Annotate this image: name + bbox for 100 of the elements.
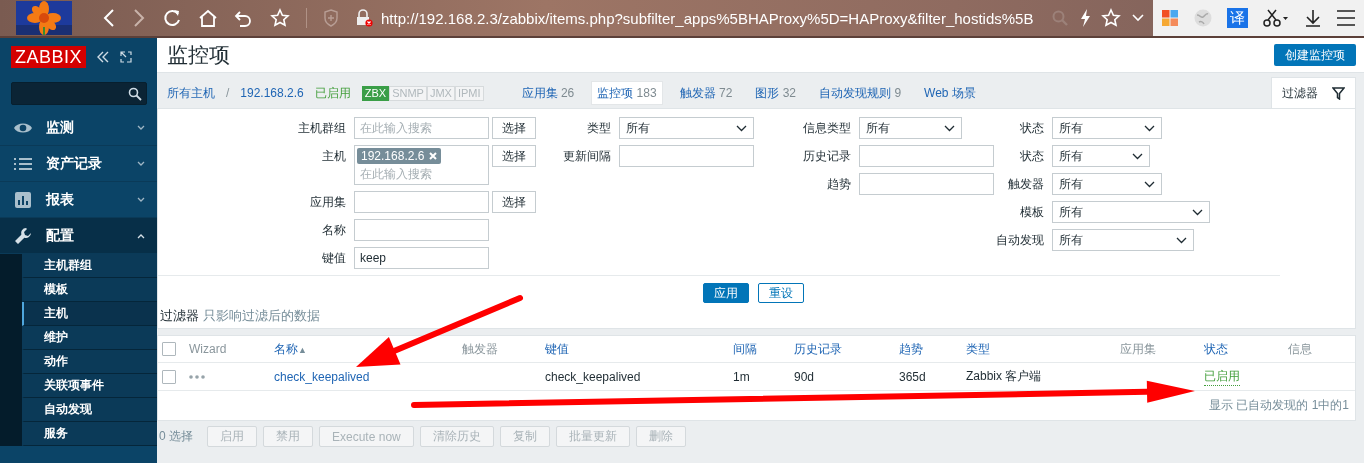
search-field[interactable] xyxy=(11,82,147,105)
reset-button[interactable]: 重设 xyxy=(758,283,804,303)
star-icon[interactable] xyxy=(1101,8,1121,28)
host-tab[interactable]: 触发器 72 xyxy=(673,81,739,105)
field-label: 类型 xyxy=(586,120,611,137)
submenu-item[interactable]: 服务 xyxy=(22,422,157,446)
table-cell-text: 365d xyxy=(899,369,927,384)
chevron-down-icon xyxy=(137,196,145,203)
more-icon[interactable] xyxy=(189,374,205,379)
breadcrumb-link[interactable]: 所有主机 xyxy=(167,84,215,102)
column-header[interactable]: 历史记录 xyxy=(794,340,899,358)
field-label: 状态 xyxy=(1019,120,1044,137)
availability-badge: JMX xyxy=(426,85,455,101)
select-field[interactable]: 所有 xyxy=(1052,229,1194,251)
text-field[interactable] xyxy=(354,219,489,241)
download-icon[interactable] xyxy=(1304,8,1322,28)
text-field[interactable]: keep xyxy=(354,247,489,269)
select-field[interactable]: 所有 xyxy=(1052,145,1150,167)
subfilter-title: 过滤器 xyxy=(160,307,199,325)
column-header[interactable]: 间隔 xyxy=(733,340,794,358)
select-field[interactable]: 所有 xyxy=(1052,201,1210,223)
select-field[interactable]: 所有 xyxy=(1052,173,1162,195)
select-field[interactable]: 所有 xyxy=(859,117,962,139)
undo-icon[interactable] xyxy=(234,8,254,28)
column-header: 触发器 xyxy=(462,340,499,358)
table-cell-text: 90d xyxy=(794,369,816,384)
apply-button[interactable]: 应用 xyxy=(703,283,749,303)
scissors-icon[interactable] xyxy=(1262,8,1290,28)
field-label: 状态 xyxy=(1019,148,1044,165)
filter-tab[interactable]: 过滤器 xyxy=(1271,77,1356,108)
host-tab[interactable]: Web 场景 xyxy=(918,81,982,105)
column-header: 信息 xyxy=(1288,340,1313,358)
text-field[interactable] xyxy=(859,173,994,195)
tiles-icon[interactable] xyxy=(1161,9,1179,27)
subfilter-note: 只影响过滤后的数据 xyxy=(203,307,320,325)
filter-icon xyxy=(1332,86,1345,100)
field-label: 模板 xyxy=(1019,204,1044,221)
select-button[interactable]: 选择 xyxy=(492,117,536,139)
back-icon[interactable] xyxy=(102,8,116,28)
kiosk-mode-icon[interactable] xyxy=(120,51,133,63)
field-label: 名称 xyxy=(321,222,346,239)
field-label: 更新间隔 xyxy=(562,148,611,165)
multiselect-field[interactable]: 192.168.2.6 在此输入搜索 xyxy=(354,145,489,185)
table-cell-text: check_keepalived xyxy=(545,369,642,384)
column-header[interactable]: 趋势 xyxy=(899,340,966,358)
chevron-down-icon xyxy=(1144,180,1155,188)
table-footer: 显示 已自动发现的 1中的1 xyxy=(1209,398,1349,412)
menu-icon[interactable] xyxy=(1336,9,1356,27)
lightning-icon[interactable] xyxy=(1079,8,1091,28)
field-label: 触发器 xyxy=(1007,176,1044,193)
star-icon[interactable] xyxy=(270,8,290,28)
chevron-down-icon xyxy=(137,124,145,131)
menu-item[interactable]: 配置 xyxy=(0,218,157,254)
wrench-icon xyxy=(14,226,32,245)
select-field[interactable]: 所有 xyxy=(619,117,754,139)
host-tab[interactable]: 应用集 26 xyxy=(515,81,581,105)
search-icon[interactable] xyxy=(128,86,142,101)
chevron-down-icon xyxy=(736,124,747,132)
column-header[interactable]: 键值 xyxy=(545,340,733,358)
submenu-item[interactable]: 主机群组 xyxy=(22,254,157,278)
chevron-down-icon xyxy=(1144,124,1155,132)
item-name-link[interactable]: check_keepalived xyxy=(274,369,462,384)
select-button[interactable]: 选择 xyxy=(492,145,536,167)
forward-icon[interactable] xyxy=(132,8,146,28)
text-field[interactable] xyxy=(354,191,489,213)
column-header[interactable]: 类型 xyxy=(966,340,1120,358)
translate-icon[interactable]: 译 xyxy=(1227,8,1248,28)
field-label: 键值 xyxy=(321,250,346,267)
status-link[interactable]: 已启用 xyxy=(1204,367,1240,386)
select-field[interactable]: 所有 xyxy=(1052,117,1162,139)
submenu-item[interactable]: 主机 xyxy=(22,302,157,326)
column-header[interactable]: 名称▲ xyxy=(274,340,462,358)
text-field[interactable] xyxy=(859,145,994,167)
selected-tag[interactable]: 192.168.2.6 xyxy=(357,148,442,164)
reload-icon[interactable] xyxy=(162,8,182,28)
submenu-item[interactable]: 维护 xyxy=(22,326,157,350)
column-header[interactable]: 状态 xyxy=(1204,340,1288,358)
chevron-down-icon[interactable] xyxy=(1131,13,1145,23)
remove-icon[interactable] xyxy=(429,152,438,160)
create-item-button[interactable]: 创建监控项 xyxy=(1274,44,1356,66)
insecure-lock-icon[interactable] xyxy=(355,9,373,27)
address-bar[interactable]: http://192.168.2.3/zabbix/items.php?subfilter_apps%5BHAProxy%5D=HAProxy&filter_hostids%5B xyxy=(381,9,1034,27)
selected-count: 0 选择 xyxy=(159,428,193,445)
field-label: 应用集 xyxy=(309,194,346,211)
select-all-checkbox[interactable] xyxy=(162,342,176,356)
home-icon[interactable] xyxy=(198,8,218,28)
submenu-item[interactable]: 模板 xyxy=(22,278,157,302)
row-checkbox[interactable] xyxy=(162,369,176,384)
submenu-item[interactable]: 自动发现 xyxy=(22,398,157,422)
chevron-up-icon xyxy=(137,232,145,239)
host-tab[interactable]: 监控项 183 xyxy=(591,81,663,105)
host-tab[interactable]: 自动发现规则 9 xyxy=(813,81,908,105)
zabbix-logo[interactable]: ZABBIX xyxy=(11,46,87,68)
select-button[interactable]: 选择 xyxy=(492,191,536,213)
breadcrumb-link[interactable]: 192.168.2.6 xyxy=(240,86,304,100)
submenu-item[interactable]: 动作 xyxy=(22,350,157,374)
submenu-item[interactable]: 关联项事件 xyxy=(22,374,157,398)
text-field[interactable] xyxy=(619,145,754,167)
collapse-icon[interactable] xyxy=(96,51,111,63)
host-tab[interactable]: 图形 32 xyxy=(749,81,803,105)
